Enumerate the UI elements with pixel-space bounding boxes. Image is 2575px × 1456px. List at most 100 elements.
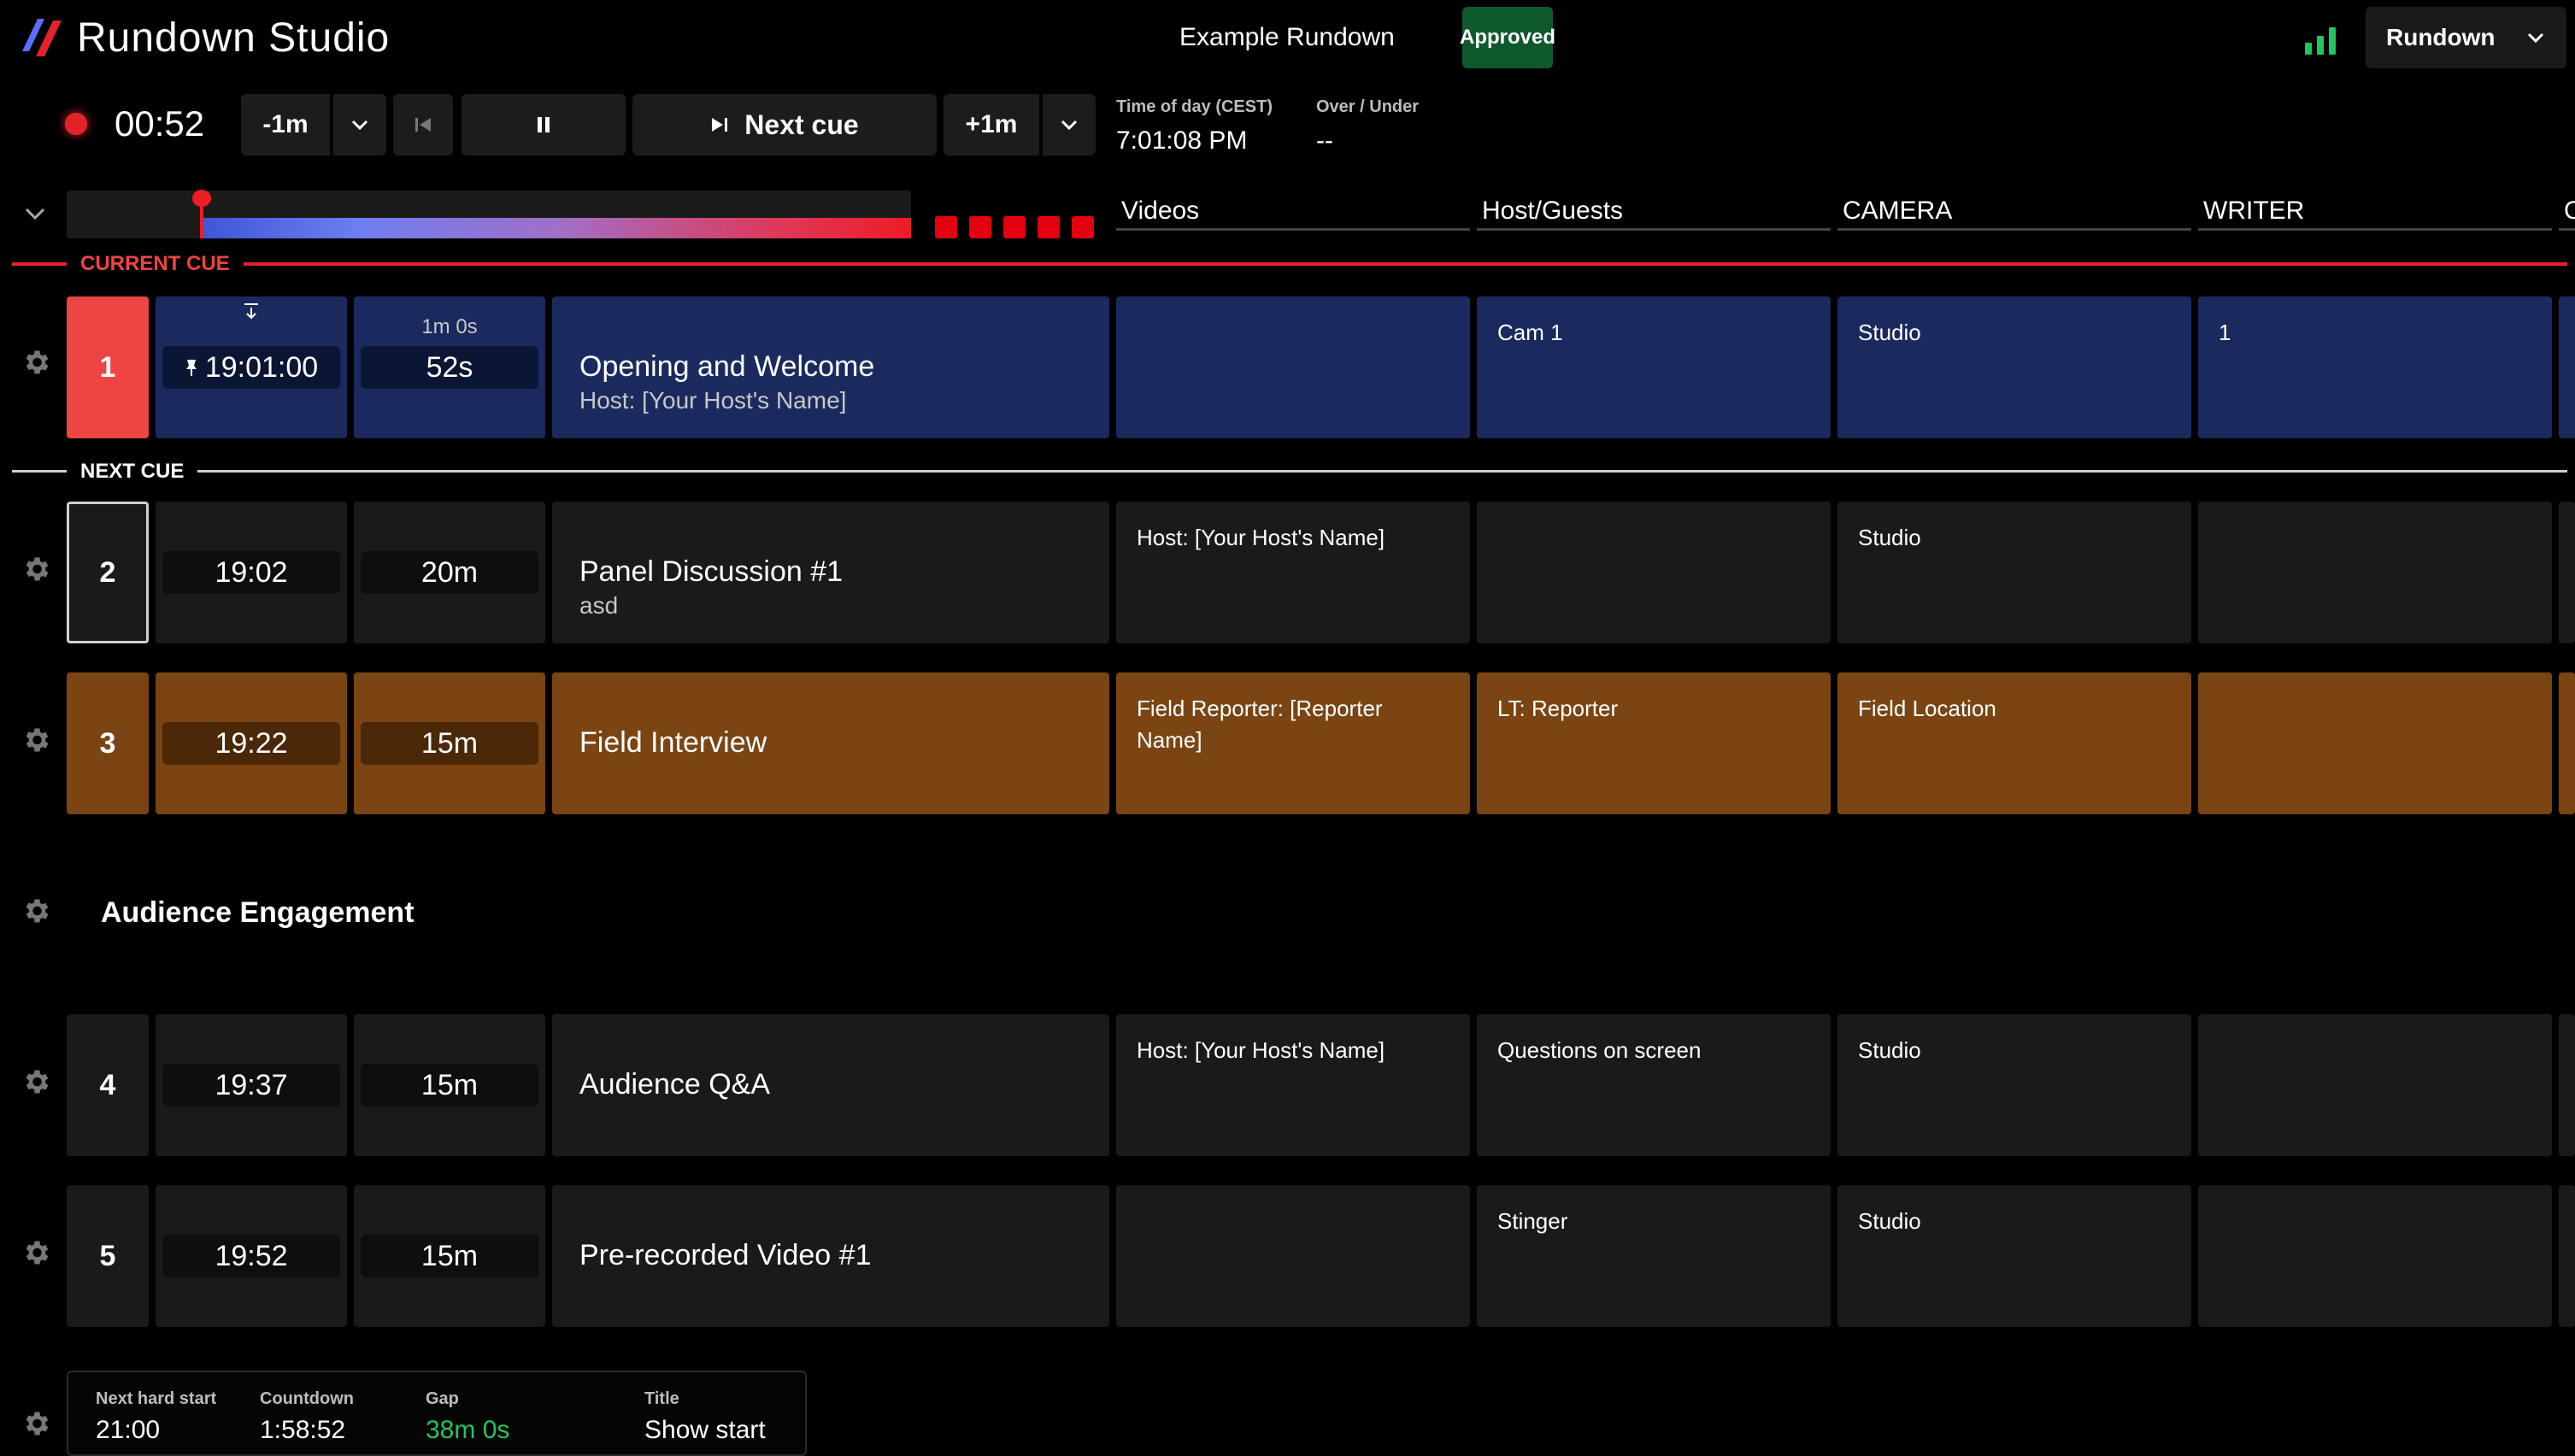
cue-number[interactable]: 2 (67, 502, 149, 643)
cue-start: 19:52 (162, 1235, 340, 1277)
cue-title: Opening and Welcome (579, 350, 875, 383)
cue-title: Panel Discussion #1 (579, 555, 844, 588)
collapse-chevron-icon[interactable] (24, 205, 46, 222)
current-cue-divider (12, 262, 2567, 266)
cue-title-cell[interactable]: Field Interview (552, 672, 1109, 814)
minus-minute-button[interactable]: -1m (241, 94, 330, 156)
cue-cell-writer[interactable]: 1 (2198, 296, 2552, 438)
cue-cell-videos[interactable] (1116, 296, 1470, 438)
cue-cell-overflow[interactable] (2559, 1014, 2575, 1156)
cue-duration-cell[interactable]: 20m (354, 502, 545, 643)
cue-duration-cell[interactable]: 1m 0s 52s (354, 296, 545, 438)
over-under-value: -- (1316, 126, 1333, 155)
progress-fill (202, 218, 911, 238)
cue-start-cell[interactable]: 19:02 (156, 502, 347, 643)
hard-start-panel: Next hard start 21:00 Countdown 1:58:52 … (67, 1371, 807, 1456)
current-cue-label: CURRENT CUE (67, 251, 244, 277)
cue-number[interactable]: 3 (67, 672, 149, 814)
cue-start-cell[interactable]: 19:52 (156, 1185, 347, 1327)
cue-duration: 15m (361, 1235, 538, 1277)
gear-icon[interactable] (21, 1408, 51, 1439)
cue-duration: 15m (361, 1064, 538, 1107)
cue-start: 19:37 (162, 1064, 340, 1107)
column-header-writer[interactable]: WRITER (2198, 195, 2552, 231)
gear-icon[interactable] (21, 347, 51, 378)
cue-cell-videos[interactable]: Field Reporter: [Reporter Name] (1116, 672, 1470, 814)
cue-cell-camera[interactable]: Studio (1837, 1014, 2191, 1156)
time-of-day-label: Time of day (CEST) (1116, 97, 1273, 116)
cue-cell-host-guests[interactable]: Cam 1 (1477, 296, 1831, 438)
status-badge[interactable]: Approved (1460, 7, 1555, 68)
cue-cell-videos[interactable]: Host: [Your Host's Name] (1116, 1014, 1470, 1156)
cue-duration: 52s (361, 346, 538, 389)
gear-icon[interactable] (21, 1066, 51, 1097)
gear-icon[interactable] (21, 1237, 51, 1268)
minus-minute-dropdown[interactable] (333, 94, 386, 156)
pause-icon (538, 117, 550, 132)
cue-cell-host-guests[interactable]: LT: Reporter (1477, 672, 1831, 814)
gap-label: Gap (426, 1389, 459, 1408)
cue-title: Pre-recorded Video #1 (579, 1239, 872, 1271)
time-of-day-value: 7:01:08 PM (1116, 126, 1248, 155)
pin-icon (185, 360, 197, 376)
cue-cell-camera[interactable]: Studio (1837, 296, 2191, 438)
cue-duration-cell[interactable]: 15m (354, 672, 545, 814)
cue-cell-overflow[interactable] (2559, 672, 2575, 814)
cue-cell-videos[interactable]: Host: [Your Host's Name] (1116, 502, 1470, 643)
cue-cell-overflow[interactable] (2559, 296, 2575, 438)
rundown-name[interactable]: Example Rundown (1179, 21, 1395, 55)
cue-start-cell[interactable]: 19:37 (156, 1014, 347, 1156)
cue-cell-overflow[interactable] (2559, 1185, 2575, 1327)
cue-start-cell[interactable]: 19:22 (156, 672, 347, 814)
footer-title-label: Title (644, 1389, 679, 1408)
column-header-videos[interactable]: Videos (1116, 195, 1470, 231)
cue-start-cell[interactable]: 19:01:00 (156, 296, 347, 438)
cue-cell-writer[interactable] (2198, 1014, 2552, 1156)
cue-duration-cell[interactable]: 15m (354, 1185, 545, 1327)
next-cue-button[interactable]: Next cue (632, 94, 937, 156)
cue-duration-cell[interactable]: 15m (354, 1014, 545, 1156)
column-header-overflow[interactable]: O (2559, 195, 2575, 231)
cue-title-cell[interactable]: Opening and Welcome Host: [Your Host's N… (552, 296, 1109, 438)
progress-knob[interactable] (192, 190, 212, 207)
cue-cell-host-guests[interactable] (1477, 502, 1831, 643)
cue-start: 19:01:00 (204, 350, 319, 384)
cue-title-cell[interactable]: Panel Discussion #1 asd (552, 502, 1109, 643)
column-header-camera[interactable]: CAMERA (1837, 195, 2191, 231)
cue-cell-host-guests[interactable]: Stinger (1477, 1185, 1831, 1327)
cue-cell-writer[interactable] (2198, 672, 2552, 814)
pause-button[interactable] (462, 94, 626, 156)
cue-segment-marker (1072, 216, 1094, 238)
gear-icon[interactable] (21, 895, 51, 926)
previous-cue-button[interactable] (393, 94, 453, 156)
cue-cell-videos[interactable] (1116, 1185, 1470, 1327)
view-select[interactable]: Rundown (2366, 7, 2566, 68)
hard-start-icon (244, 303, 258, 320)
cue-title-cell[interactable]: Audience Q&A (552, 1014, 1109, 1156)
plus-minute-dropdown[interactable] (1043, 94, 1096, 156)
gear-icon[interactable] (21, 554, 51, 584)
cue-start: 19:02 (162, 551, 340, 594)
cue-cell-writer[interactable] (2198, 502, 2552, 643)
cue-cell-writer[interactable] (2198, 1185, 2552, 1327)
plus-minute-button[interactable]: +1m (944, 94, 1039, 156)
app-title: Rundown Studio (77, 15, 391, 61)
skip-forward-icon (712, 118, 728, 132)
cue-title-cell[interactable]: Pre-recorded Video #1 (552, 1185, 1109, 1327)
cue-cell-camera[interactable]: Studio (1837, 1185, 2191, 1327)
cue-cell-host-guests[interactable]: Questions on screen (1477, 1014, 1831, 1156)
next-cue-label: Next cue (744, 109, 859, 140)
section-heading[interactable]: Audience Engagement (101, 894, 414, 931)
cue-duration-planned: 1m 0s (421, 315, 478, 338)
logo-icon (22, 19, 62, 56)
cue-cell-camera[interactable]: Studio (1837, 502, 2191, 643)
cue-duration: 15m (361, 722, 538, 765)
countdown-label: Countdown (260, 1389, 354, 1408)
cue-number[interactable]: 4 (67, 1014, 149, 1156)
gear-icon[interactable] (21, 725, 51, 755)
column-header-host-guests[interactable]: Host/Guests (1477, 195, 1831, 231)
cue-number[interactable]: 5 (67, 1185, 149, 1327)
cue-number[interactable]: 1 (67, 296, 149, 438)
cue-cell-camera[interactable]: Field Location (1837, 672, 2191, 814)
cue-cell-overflow[interactable] (2559, 502, 2575, 643)
